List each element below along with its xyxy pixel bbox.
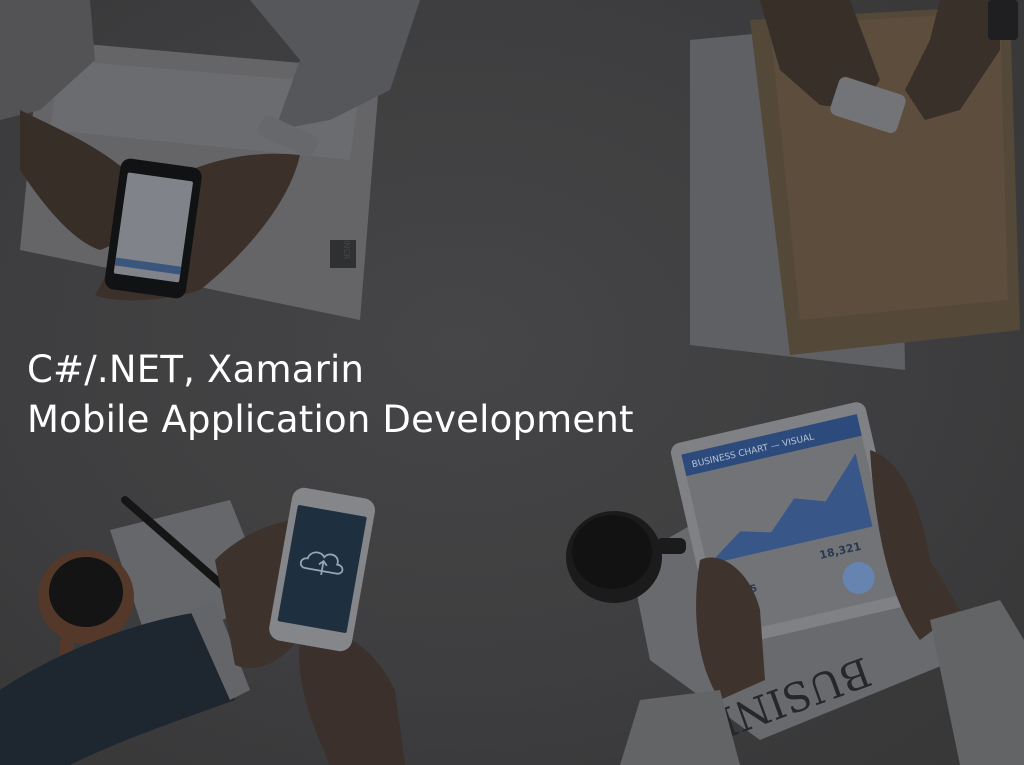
slide: INCR BUSINESS BUSINESS CHART — VISUAL 18… <box>0 0 1024 765</box>
slide-title: C#/.NET, Xamarin Mobile Application Deve… <box>27 345 634 445</box>
title-line-1: C#/.NET, Xamarin <box>27 348 365 391</box>
title-line-2: Mobile Application Development <box>27 398 634 441</box>
